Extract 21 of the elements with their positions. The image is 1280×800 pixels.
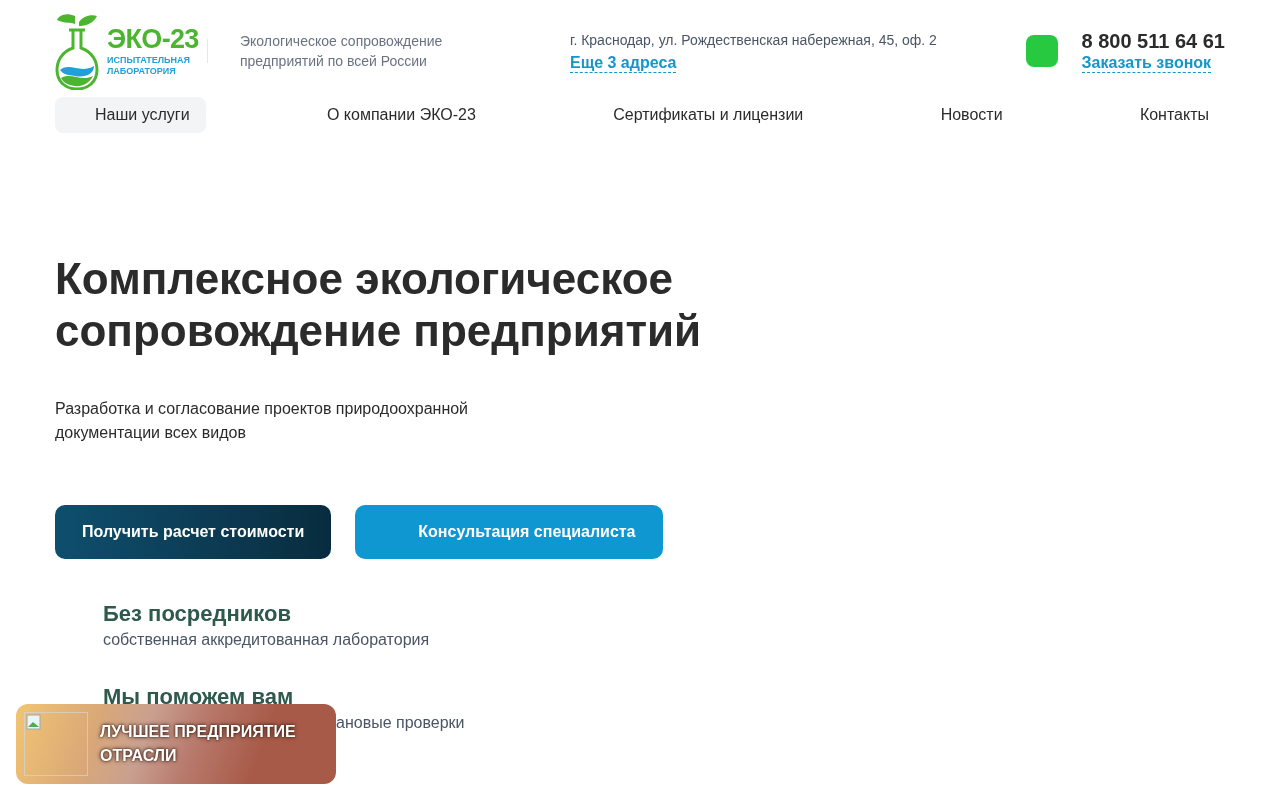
hero-subtitle: Разработка и согласование проектов природоохранной документации всех видов <box>55 399 470 443</box>
phone-number: 8 800 511 64 61 <box>1081 29 1225 53</box>
broken-image-icon <box>24 712 88 776</box>
award-text: ЛУЧШЕЕ ПРЕДПРИЯТИЕ ОТРАСЛИ <box>100 722 297 766</box>
nav-item[interactable]: Контакты <box>1123 97 1225 133</box>
nav-item[interactable]: Наши услуги <box>55 97 206 133</box>
hero-title: Комплексное экологическое сопровождение предприятий <box>55 253 703 357</box>
nav-item[interactable]: Новости <box>924 97 1019 133</box>
logo-title: ЭКО-23 <box>107 26 199 53</box>
feature-text: ановые проверки <box>336 713 466 733</box>
feature-text: собственная аккредитованная лаборатория <box>103 630 431 650</box>
price-button[interactable]: Получить расчет стоимости <box>55 505 332 559</box>
address-text: г. Краснодар, ул. Рождественская набережная, 45, оф. 2 <box>570 30 937 50</box>
nav-item[interactable]: Сертификаты и лицензии <box>597 97 820 133</box>
logo-subtitle: ИСПЫТАТЕЛЬНАЯ <box>107 56 191 65</box>
tagline: Экологическое сопровождение предприятий по всей России <box>240 32 444 71</box>
nav-item[interactable]: О компании ЭКО-23 <box>310 97 492 133</box>
award-badge[interactable]: ЛУЧШЕЕ ПРЕДПРИЯТИЕ ОТРАСЛИ <box>16 704 336 784</box>
logo-subtitle: ЛАБОРАТОРИЯ <box>107 67 177 76</box>
feature-title: Без посредников <box>103 601 292 627</box>
flask-logo-icon <box>55 12 99 90</box>
